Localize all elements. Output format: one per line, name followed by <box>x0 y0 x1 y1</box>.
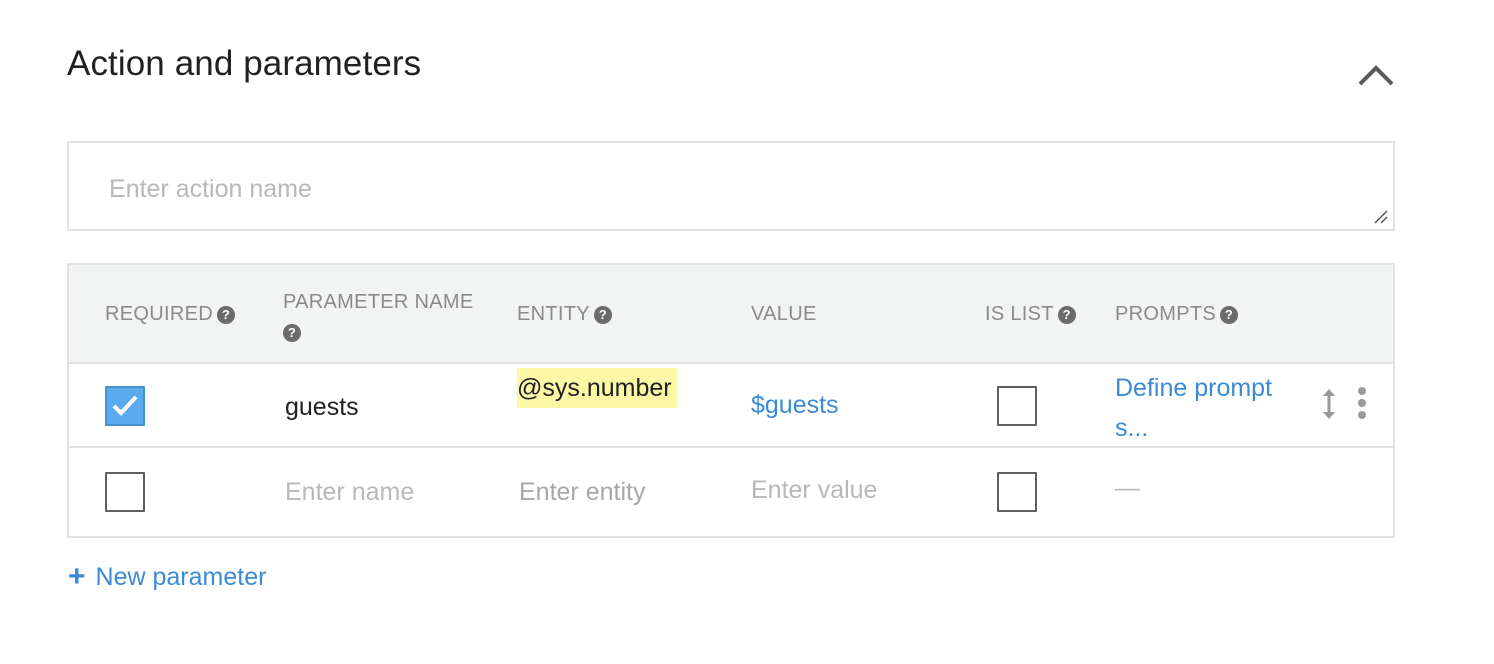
section-title: Action and parameters <box>67 44 422 83</box>
table-row: guests @sys.number $guests Define prompt… <box>69 366 1393 448</box>
entity-cell[interactable]: @sys.number <box>517 368 677 408</box>
header-required: REQUIRED? <box>105 303 235 326</box>
header-entity-label: ENTITY <box>517 303 590 325</box>
header-parameter-name: PARAMETER NAME? <box>283 287 483 347</box>
help-icon[interactable]: ? <box>1220 306 1238 324</box>
is-list-checkbox[interactable] <box>997 386 1037 426</box>
required-checkbox[interactable] <box>105 472 145 512</box>
header-is-list: IS LIST? <box>985 303 1076 326</box>
checkmark-icon <box>112 395 138 416</box>
new-parameter-button[interactable]: + New parameter <box>68 560 266 594</box>
reorder-handle-icon[interactable] <box>1319 386 1339 422</box>
header-prompts: PROMPTS? <box>1115 303 1238 326</box>
more-vert-icon[interactable] <box>1355 386 1369 420</box>
new-parameter-label: New parameter <box>95 563 267 591</box>
header-is-list-label: IS LIST <box>985 303 1054 325</box>
required-checkbox[interactable] <box>105 386 145 426</box>
new-parameter-row: Enter name Enter entity Enter value — <box>69 448 1393 536</box>
header-prompts-label: PROMPTS <box>1115 303 1216 325</box>
header-entity: ENTITY? <box>517 303 612 326</box>
prompts-empty-dash: — <box>1115 474 1140 502</box>
help-icon[interactable]: ? <box>283 324 301 342</box>
collapse-button[interactable] <box>1352 58 1400 94</box>
resize-handle-icon[interactable] <box>1373 209 1389 225</box>
plus-icon: + <box>68 560 86 593</box>
help-icon[interactable]: ? <box>1057 306 1076 324</box>
header-value: VALUE <box>751 303 817 326</box>
parameter-name-cell[interactable]: guests <box>285 393 359 422</box>
header-value-label: VALUE <box>751 303 817 325</box>
header-required-label: REQUIRED <box>105 303 213 325</box>
chevron-up-icon[interactable] <box>1352 58 1400 94</box>
entity-input-placeholder[interactable]: Enter entity <box>519 478 645 507</box>
action-name-field[interactable] <box>67 141 1395 231</box>
is-list-checkbox[interactable] <box>997 472 1037 512</box>
name-input-placeholder[interactable]: Enter name <box>285 478 414 507</box>
help-icon[interactable]: ? <box>216 306 235 324</box>
action-name-input[interactable] <box>109 171 1309 207</box>
help-icon[interactable]: ? <box>593 306 612 324</box>
value-link[interactable]: $guests <box>751 391 839 420</box>
header-parameter-name-label: PARAMETER NAME <box>283 291 474 313</box>
table-header: REQUIRED? PARAMETER NAME? ENTITY? VALUE … <box>69 265 1393 364</box>
parameters-table: REQUIRED? PARAMETER NAME? ENTITY? VALUE … <box>67 263 1395 538</box>
value-input-placeholder[interactable]: Enter value <box>751 476 877 505</box>
define-prompts-link[interactable]: Define prompts... <box>1115 368 1275 448</box>
